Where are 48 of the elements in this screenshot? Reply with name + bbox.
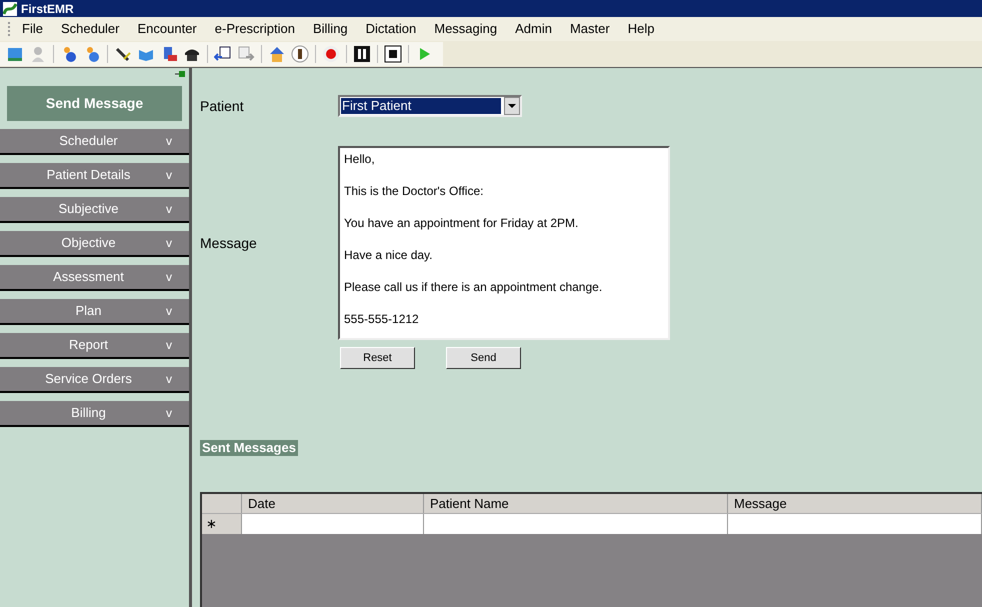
menu-item[interactable]: File [13, 19, 52, 39]
section-heading: Sent Messages [200, 440, 298, 456]
menu-item[interactable]: Master [560, 19, 619, 39]
sidebar-section-button[interactable]: Report v [0, 333, 189, 359]
new-row-marker: ∗ [202, 514, 242, 534]
message-field[interactable]: Hello, This is the Doctor's Office: You have an appointment for Friday at 2PM. Have a nice day. Please call us if there is an appointment change. 555-555-1212 [338, 146, 670, 340]
sidebar-section-button[interactable]: Subjective v [0, 197, 189, 223]
patient-dropdown[interactable]: First Patient [338, 95, 522, 117]
expand-toggle[interactable]: v [149, 370, 189, 388]
document-import-icon[interactable] [214, 45, 232, 63]
form-button[interactable]: Send [446, 347, 521, 369]
sidebar-section-button[interactable]: Objective v [0, 231, 189, 257]
expand-toggle[interactable]: v [149, 336, 189, 354]
sidebar-section-button[interactable]: Patient Details v [0, 163, 189, 189]
sidebar-section-button[interactable]: Scheduler v [0, 129, 189, 155]
expand-toggle[interactable]: v [149, 268, 189, 286]
menu-item[interactable]: Encounter [128, 19, 206, 39]
document-export-icon[interactable] [237, 45, 255, 63]
menu-item[interactable]: Messaging [425, 19, 506, 39]
sidebar-section-button[interactable]: Billing v [0, 401, 189, 427]
pause-icon[interactable] [353, 45, 371, 63]
form-button[interactable]: Reset [340, 347, 415, 369]
monitor-icon[interactable] [6, 45, 24, 63]
app-logo-icon [3, 2, 17, 16]
expand-toggle[interactable]: v [149, 302, 189, 320]
stop-icon[interactable] [384, 45, 402, 63]
expand-toggle[interactable]: v [149, 200, 189, 218]
home-icon[interactable] [268, 45, 286, 63]
menu-item[interactable]: Help [618, 19, 664, 39]
menu-item[interactable]: Admin [506, 19, 561, 39]
expand-toggle[interactable]: v [149, 132, 189, 150]
expand-toggle[interactable]: v [149, 234, 189, 252]
menu-item[interactable]: Scheduler [52, 19, 128, 39]
field-label: Patient [200, 96, 245, 116]
menu-item[interactable]: e-Prescription [206, 19, 304, 39]
sidebar-section-button[interactable]: Assessment v [0, 265, 189, 291]
dropdown-arrow-icon [508, 104, 516, 108]
pin-icon[interactable] [175, 70, 185, 78]
menu-item[interactable]: Billing [304, 19, 357, 39]
sidebar-section-button[interactable]: Service Orders v [0, 367, 189, 393]
menu-item[interactable]: Dictation [356, 19, 426, 39]
window-title: FirstEMR [21, 0, 74, 18]
field-label: Message [200, 234, 258, 253]
expand-toggle[interactable]: v [149, 404, 189, 422]
sidebar-heading: Send Message [7, 86, 182, 121]
sidebar-section-button[interactable]: Plan v [0, 299, 189, 325]
expand-toggle[interactable]: v [149, 166, 189, 184]
record-icon[interactable] [322, 45, 340, 63]
